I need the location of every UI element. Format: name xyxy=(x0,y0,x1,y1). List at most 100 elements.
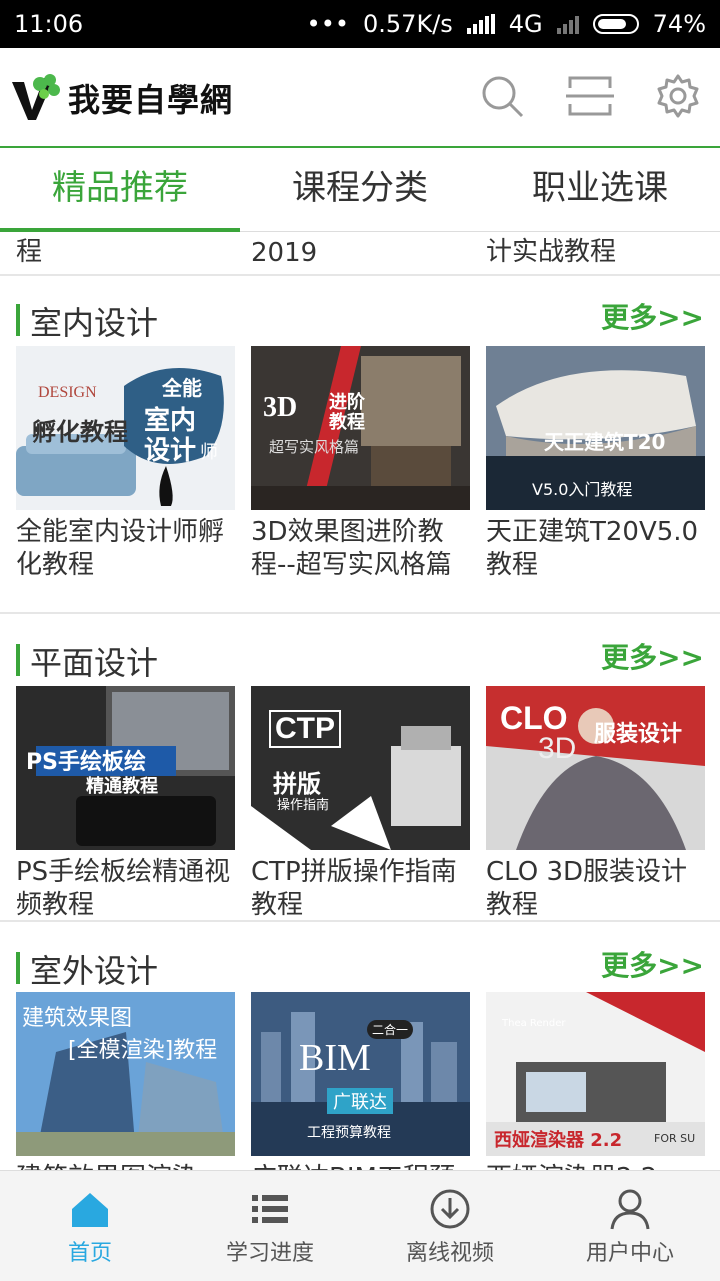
course-card[interactable]: 建筑效果图 [全模渲染]教程 建筑效果图渲染 xyxy=(16,992,235,1170)
nav-label: 离线视频 xyxy=(405,1241,494,1266)
thumb-text-2: [全模渲染]教程 xyxy=(68,1038,218,1063)
course-thumbnail[interactable]: 二合一 BIM 广联达 工程预算教程 xyxy=(251,992,470,1156)
course-title[interactable]: 西娅渲染器2.2 xyxy=(486,1162,705,1170)
more-link[interactable]: 更多>> xyxy=(601,944,704,984)
status-dots: ••• xyxy=(306,10,350,38)
section-marker xyxy=(16,644,20,676)
course-thumbnail[interactable]: CLO 3D 服装设计 xyxy=(486,686,705,850)
logo-mark-icon xyxy=(12,74,60,120)
thumb-text-3: 操作指南 xyxy=(277,798,330,813)
section-title: 室内设计 xyxy=(30,304,159,342)
status-time: 11:06 xyxy=(14,10,84,38)
section-graphic-design: 平面设计 更多>> PS手绘板绘 精通教程 PS手绘板绘精通视频教程 CTP 拼… xyxy=(0,616,720,920)
course-card[interactable]: 3D 进阶 教程 超写实风格篇 3D效果图进阶教程--超写实风格篇 xyxy=(251,346,470,582)
course-title[interactable]: 全能室内设计师孵化教程 xyxy=(16,516,235,582)
thumb-text-2: V5.0入门教程 xyxy=(532,480,633,499)
thumb-text-1: CTP xyxy=(269,710,341,748)
course-thumbnail[interactable]: 3D 进阶 教程 超写实风格篇 xyxy=(251,346,470,510)
scan-icon[interactable] xyxy=(566,72,614,120)
thumb-text-2: 孵化教程 xyxy=(32,418,128,446)
course-title[interactable]: PS手绘板绘精通视频教程 xyxy=(16,856,235,922)
user-icon xyxy=(610,1189,650,1230)
course-card[interactable]: DESIGN 孵化教程 全能 室内 设计 师 全能室内设计师孵化教程 xyxy=(16,346,235,582)
thumb-text-4: 二合一 xyxy=(367,1020,414,1039)
course-thumbnail[interactable]: CTP 拼版 操作指南 xyxy=(251,686,470,850)
thumb-text-3: 工程预算教程 xyxy=(307,1125,391,1141)
tab-categories[interactable]: 课程分类 xyxy=(240,148,480,231)
thumb-text-3: FOR SU xyxy=(654,1132,696,1145)
section-interior-design: 室内设计 更多>> DESIGN 孵化教程 全能 室内 设计 师 全能室内设计师… xyxy=(0,276,720,580)
section-marker xyxy=(16,304,20,336)
section-divider xyxy=(0,612,720,614)
content-scroll[interactable]: 程 2019 计实战教程 室内设计 更多>> DESIGN 孵化教程 全能 室内… xyxy=(0,232,720,1170)
nav-label: 学习进度 xyxy=(225,1241,314,1266)
thumb-text-4: 超写实风格篇 xyxy=(269,438,360,456)
signal-icon xyxy=(466,14,495,34)
course-thumbnail[interactable]: PS手绘板绘 精通教程 xyxy=(16,686,235,850)
tab-featured[interactable]: 精品推荐 xyxy=(0,148,240,232)
course-card[interactable]: Thea Render 西娅渲染器 2.2 FOR SU 西娅渲染器2.2 xyxy=(486,992,705,1170)
more-link[interactable]: 更多>> xyxy=(601,636,704,676)
course-card[interactable]: 二合一 BIM 广联达 工程预算教程 广联达BIM工程预 xyxy=(251,992,470,1170)
course-title[interactable]: 3D效果图进阶教程--超写实风格篇 xyxy=(251,516,470,582)
course-title[interactable]: CTP拼版操作指南教程 xyxy=(251,856,470,922)
battery-percent: 74% xyxy=(652,10,706,38)
nav-offline[interactable]: 离线视频 xyxy=(360,1171,540,1281)
course-card[interactable]: CTP 拼版 操作指南 CTP拼版操作指南教程 xyxy=(251,686,470,922)
partial-row: 程 2019 计实战教程 xyxy=(0,232,720,276)
thumb-text-1: BIM xyxy=(299,1037,371,1079)
course-title[interactable]: 建筑效果图渲染 xyxy=(16,1162,235,1170)
nav-label: 首页 xyxy=(67,1241,112,1266)
nav-user-center[interactable]: 用户中心 xyxy=(540,1171,720,1281)
download-icon xyxy=(430,1189,470,1229)
thumb-text-1: Thea Render xyxy=(502,1018,566,1029)
course-thumbnail[interactable]: 建筑效果图 [全模渲染]教程 xyxy=(16,992,235,1156)
partial-title-3[interactable]: 计实战教程 xyxy=(486,232,616,268)
thumb-text-1: 天正建筑T20 xyxy=(544,430,666,454)
network-speed: 0.57K/s xyxy=(363,10,453,38)
thumb-text-3: 教程 xyxy=(329,412,365,433)
section-header: 室外设计 更多>> xyxy=(0,924,720,996)
course-title[interactable]: 天正建筑T20V5.0教程 xyxy=(486,516,705,582)
course-card[interactable]: CLO 3D 服装设计 CLO 3D服装设计教程 xyxy=(486,686,705,922)
network-type: 4G xyxy=(508,10,543,38)
thumb-text-3: 服装设计 xyxy=(594,722,683,747)
search-icon[interactable] xyxy=(478,72,526,120)
section-title: 平面设计 xyxy=(30,644,159,682)
thumb-text-2: 广联达 xyxy=(327,1088,393,1114)
bottom-nav: 首页 学习进度 离线视频 用户中心 xyxy=(0,1170,720,1281)
thumb-text-5: 设计 xyxy=(144,436,197,466)
course-title[interactable]: 广联达BIM工程预 xyxy=(251,1162,470,1170)
nav-home[interactable]: 首页 xyxy=(0,1171,180,1281)
course-thumbnail[interactable]: Thea Render 西娅渲染器 2.2 FOR SU xyxy=(486,992,705,1156)
logo-text: 我要自學網 xyxy=(68,81,234,119)
thumb-text-2: 西娅渲染器 2.2 xyxy=(494,1130,623,1151)
nav-progress[interactable]: 学习进度 xyxy=(180,1171,360,1281)
status-bar: 11:06 ••• 0.57K/s 4G 74% xyxy=(0,0,720,48)
tab-career[interactable]: 职业选课 xyxy=(480,148,720,231)
top-tabs: 精品推荐 课程分类 职业选课 xyxy=(0,148,720,232)
partial-title-2[interactable]: 2019 xyxy=(251,238,317,268)
section-divider xyxy=(0,920,720,922)
app-header: 我要自學網 xyxy=(0,48,720,148)
thumb-text-1: DESIGN xyxy=(38,384,97,401)
list-icon xyxy=(252,1195,288,1223)
battery-icon xyxy=(592,14,639,34)
section-header: 平面设计 更多>> xyxy=(0,616,720,688)
settings-gear-icon[interactable] xyxy=(654,72,702,120)
section-header: 室内设计 更多>> xyxy=(0,276,720,348)
signal-secondary-icon xyxy=(556,14,579,34)
app-logo[interactable]: 我要自學網 xyxy=(10,70,233,126)
partial-title-1[interactable]: 程 xyxy=(16,232,42,268)
course-title[interactable]: CLO 3D服装设计教程 xyxy=(486,856,705,922)
course-card[interactable]: 天正建筑T20 V5.0入门教程 天正建筑T20V5.0教程 xyxy=(486,346,705,582)
status-right: ••• 0.57K/s 4G 74% xyxy=(307,10,706,38)
section-exterior-design: 室外设计 更多>> 建筑效果图 [全模渲染]教程 建筑效果图渲染 xyxy=(0,924,720,1170)
section-title: 室外设计 xyxy=(30,952,159,990)
course-thumbnail[interactable]: DESIGN 孵化教程 全能 室内 设计 师 xyxy=(16,346,235,510)
more-link[interactable]: 更多>> xyxy=(601,296,704,336)
course-card[interactable]: PS手绘板绘 精通教程 PS手绘板绘精通视频教程 xyxy=(16,686,235,922)
home-icon xyxy=(72,1193,108,1227)
thumb-text-1: 建筑效果图 xyxy=(22,1006,133,1031)
course-thumbnail[interactable]: 天正建筑T20 V5.0入门教程 xyxy=(486,346,705,510)
